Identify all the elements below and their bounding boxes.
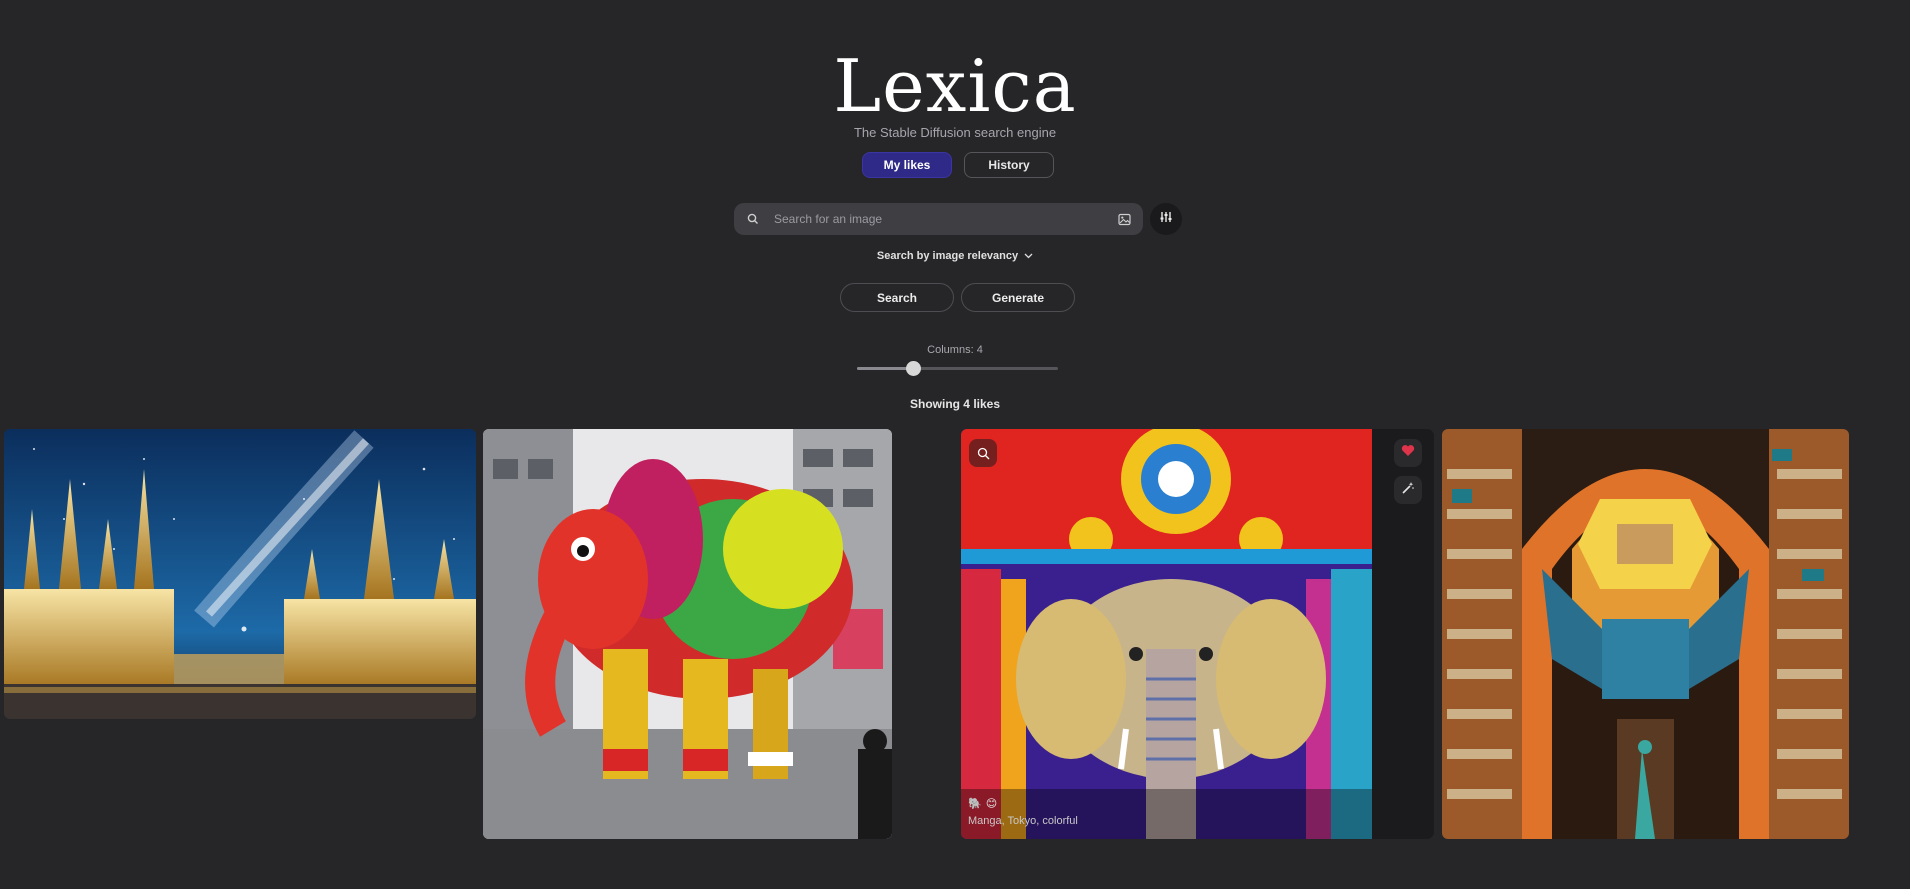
smile-emoji-icon: 😊 [985,798,998,810]
remix-button[interactable] [1394,476,1422,504]
image-action-panel [1372,429,1434,839]
heart-icon [1401,444,1415,462]
filter-settings-button[interactable] [1150,203,1182,235]
search-icon [734,213,772,225]
caption-emoji-row: 🐘 😊 [968,797,997,810]
cathedral-night-image [4,429,476,719]
search-mode-dropdown[interactable]: Search by image relevancy [0,250,1910,262]
stained-glass-elephant-image [961,429,1372,839]
library-archway-image [1442,429,1849,839]
view-tabs: My likes History [862,152,1054,178]
action-buttons: Search Generate [840,283,1075,312]
search-mode-label: Search by image relevancy [876,250,1019,262]
result-image-3[interactable] [961,429,1372,839]
columns-label: Columns: 4 [927,344,983,356]
result-image-4[interactable] [1442,429,1849,839]
chevron-down-icon [1024,250,1033,262]
search-input[interactable] [772,211,1105,227]
search-button[interactable]: Search [840,283,954,312]
site-tagline: The Stable Diffusion search engine [853,125,1057,140]
page: Lexica The Stable Diffusion search engin… [0,0,1910,889]
patterned-elephant-image [483,429,892,839]
results-count: Showing 4 likes [909,397,1001,411]
columns-slider[interactable] [857,361,1058,376]
site-logo[interactable]: Lexica [0,44,1910,128]
like-button[interactable] [1394,439,1422,467]
magic-wand-icon [1401,481,1415,500]
slider-fill [857,367,913,370]
slider-thumb[interactable] [906,361,921,376]
zoom-icon [977,447,990,460]
elephant-emoji-icon: 🐘 [968,798,982,810]
generate-button[interactable]: Generate [961,283,1075,312]
tab-history[interactable]: History [964,152,1054,178]
tab-my-likes[interactable]: My likes [862,152,952,178]
zoom-button[interactable] [969,439,997,467]
search-bar [734,203,1143,235]
sliders-icon [1159,210,1173,229]
image-upload-icon[interactable] [1105,213,1143,226]
result-image-1[interactable] [4,429,476,719]
result-image-2[interactable] [483,429,892,839]
image-caption: Manga, Tokyo, colorful [968,815,1078,827]
